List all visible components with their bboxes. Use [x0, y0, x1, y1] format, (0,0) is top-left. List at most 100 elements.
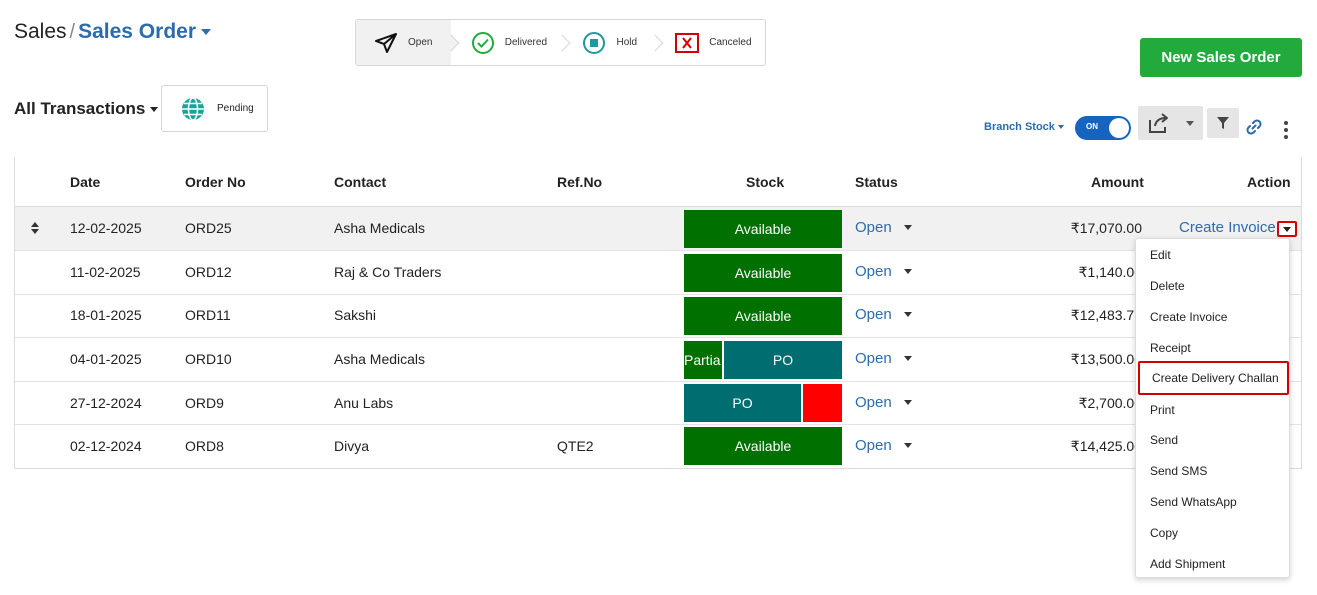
- cell-date: 02-12-2024: [70, 438, 142, 454]
- chevron-down-icon: [150, 106, 159, 112]
- table-row[interactable]: 04-01-2025 ORD10 Asha Medicals Partia PO…: [15, 338, 1301, 382]
- menu-item-print[interactable]: Print: [1136, 394, 1289, 425]
- cell-date: 18-01-2025: [70, 307, 142, 323]
- table-row[interactable]: 18-01-2025 ORD11 Sakshi Available Open ₹…: [15, 295, 1301, 338]
- cell-amount: ₹14,425.00: [1070, 438, 1142, 454]
- branch-stock-toggle[interactable]: ON: [1075, 116, 1131, 140]
- status-value: Open: [855, 437, 892, 454]
- cell-order-no[interactable]: ORD25: [185, 220, 232, 236]
- status-value: Open: [855, 350, 892, 367]
- breadcrumb-root[interactable]: Sales: [14, 20, 67, 44]
- column-header-contact[interactable]: Contact: [334, 174, 386, 190]
- status-step-delivered[interactable]: Delivered: [451, 20, 571, 65]
- cell-order-no[interactable]: ORD12: [185, 264, 232, 280]
- cell-date: 04-01-2025: [70, 351, 142, 367]
- stock-indicator: Available: [684, 297, 842, 335]
- menu-item-create-invoice[interactable]: Create Invoice: [1136, 301, 1289, 332]
- column-header-amount[interactable]: Amount: [1091, 174, 1144, 190]
- menu-item-send-sms[interactable]: Send SMS: [1136, 455, 1289, 486]
- stop-circle-icon: [582, 31, 606, 55]
- cell-contact: Sakshi: [334, 307, 377, 323]
- breadcrumb-separator: /: [69, 20, 76, 43]
- cell-amount: ₹1,140.00: [1078, 264, 1142, 280]
- menu-item-send-whatsapp[interactable]: Send WhatsApp: [1136, 486, 1289, 517]
- status-step-canceled[interactable]: Canceled: [655, 20, 765, 65]
- cell-amount: ₹2,700.00: [1078, 395, 1142, 411]
- column-header-ref-no[interactable]: Ref.No: [557, 174, 602, 190]
- cell-date: 11-02-2025: [70, 264, 141, 280]
- cell-order-no[interactable]: ORD11: [185, 307, 231, 323]
- menu-item-receipt[interactable]: Receipt: [1136, 332, 1289, 363]
- filter-button[interactable]: [1207, 108, 1239, 138]
- cell-date: 12-02-2025: [70, 220, 142, 236]
- cell-amount: ₹12,483.75: [1070, 307, 1142, 323]
- stock-partial-badge: Partia: [684, 341, 722, 379]
- chevron-down-icon[interactable]: [201, 29, 211, 35]
- share-button[interactable]: [1138, 106, 1203, 140]
- status-value: Open: [855, 263, 892, 280]
- more-options-icon[interactable]: [1284, 121, 1288, 139]
- toggle-label: ON: [1086, 122, 1098, 131]
- table-row[interactable]: 27-12-2024 ORD9 Anu Labs PO Open ₹2,700.…: [15, 382, 1301, 425]
- status-dropdown[interactable]: Open: [855, 306, 912, 323]
- cell-order-no[interactable]: ORD8: [185, 438, 224, 454]
- transaction-view-label: All Transactions: [14, 99, 146, 118]
- filter-icon: [1216, 116, 1230, 130]
- status-value: Open: [855, 219, 892, 236]
- pending-filter-button[interactable]: Pending: [161, 85, 268, 132]
- column-header-order-no[interactable]: Order No: [185, 174, 246, 190]
- status-step-label: Open: [408, 37, 433, 48]
- status-step-open[interactable]: Open: [356, 20, 460, 65]
- chevron-down-icon: [903, 443, 912, 448]
- table-row[interactable]: 02-12-2024 ORD8 Divya QTE2 Available Ope…: [15, 425, 1301, 468]
- branch-stock-dropdown[interactable]: Branch Stock: [984, 121, 1064, 133]
- menu-item-send[interactable]: Send: [1136, 424, 1289, 455]
- table-row[interactable]: 12-02-2025 ORD25 Asha Medicals Available…: [15, 207, 1301, 251]
- chevron-down-icon: [903, 269, 912, 274]
- cell-order-no[interactable]: ORD9: [185, 395, 224, 411]
- create-invoice-link[interactable]: Create Invoice: [1179, 219, 1276, 236]
- cell-amount: ₹17,070.00: [1070, 220, 1142, 236]
- menu-item-copy[interactable]: Copy: [1136, 517, 1289, 548]
- stock-available-badge: Available: [684, 210, 842, 248]
- status-dropdown[interactable]: Open: [855, 350, 912, 367]
- x-box-icon: [675, 32, 700, 53]
- transaction-view-selector[interactable]: All Transactions: [14, 99, 159, 119]
- action-dropdown-toggle[interactable]: [1277, 221, 1297, 237]
- stock-available-badge: Available: [684, 254, 842, 292]
- cell-date: 27-12-2024: [70, 395, 142, 411]
- breadcrumb: Sales / Sales Order: [14, 20, 211, 44]
- cell-contact: Raj & Co Traders: [334, 264, 442, 280]
- action-menu: Edit Delete Create Invoice Receipt Creat…: [1135, 238, 1290, 578]
- stock-indicator: Available: [684, 210, 842, 248]
- stock-po-badge: PO: [724, 341, 842, 379]
- menu-item-add-shipment[interactable]: Add Shipment: [1136, 548, 1289, 579]
- sort-handle-icon[interactable]: [31, 222, 39, 234]
- cell-contact: Anu Labs: [334, 395, 394, 411]
- menu-item-delete[interactable]: Delete: [1136, 270, 1289, 301]
- breadcrumb-current[interactable]: Sales Order: [78, 20, 196, 44]
- status-step-hold[interactable]: Hold: [562, 20, 664, 65]
- stock-indicator: Available: [684, 427, 842, 465]
- cell-contact: Asha Medicals: [334, 351, 426, 367]
- menu-item-create-delivery-challan[interactable]: Create Delivery Challan: [1138, 361, 1289, 395]
- column-header-date[interactable]: Date: [70, 174, 100, 190]
- chevron-down-icon: [1186, 120, 1194, 126]
- column-header-stock[interactable]: Stock: [746, 174, 784, 190]
- cell-order-no[interactable]: ORD10: [185, 351, 232, 367]
- status-dropdown[interactable]: Open: [855, 437, 912, 454]
- chevron-down-icon: [1057, 125, 1064, 129]
- cell-contact: Asha Medicals: [334, 220, 426, 236]
- status-dropdown[interactable]: Open: [855, 263, 912, 280]
- column-header-status[interactable]: Status: [855, 174, 898, 190]
- new-sales-order-button[interactable]: New Sales Order: [1140, 38, 1302, 77]
- menu-item-edit[interactable]: Edit: [1136, 239, 1289, 270]
- stock-indicator: Available: [684, 254, 842, 292]
- column-header-action: Action: [1247, 174, 1291, 190]
- status-dropdown[interactable]: Open: [855, 394, 912, 411]
- status-dropdown[interactable]: Open: [855, 219, 912, 236]
- link-icon[interactable]: [1246, 119, 1262, 135]
- table-row[interactable]: 11-02-2025 ORD12 Raj & Co Traders Availa…: [15, 251, 1301, 295]
- branch-stock-label: Branch Stock: [984, 121, 1055, 133]
- toggle-knob: [1109, 118, 1129, 138]
